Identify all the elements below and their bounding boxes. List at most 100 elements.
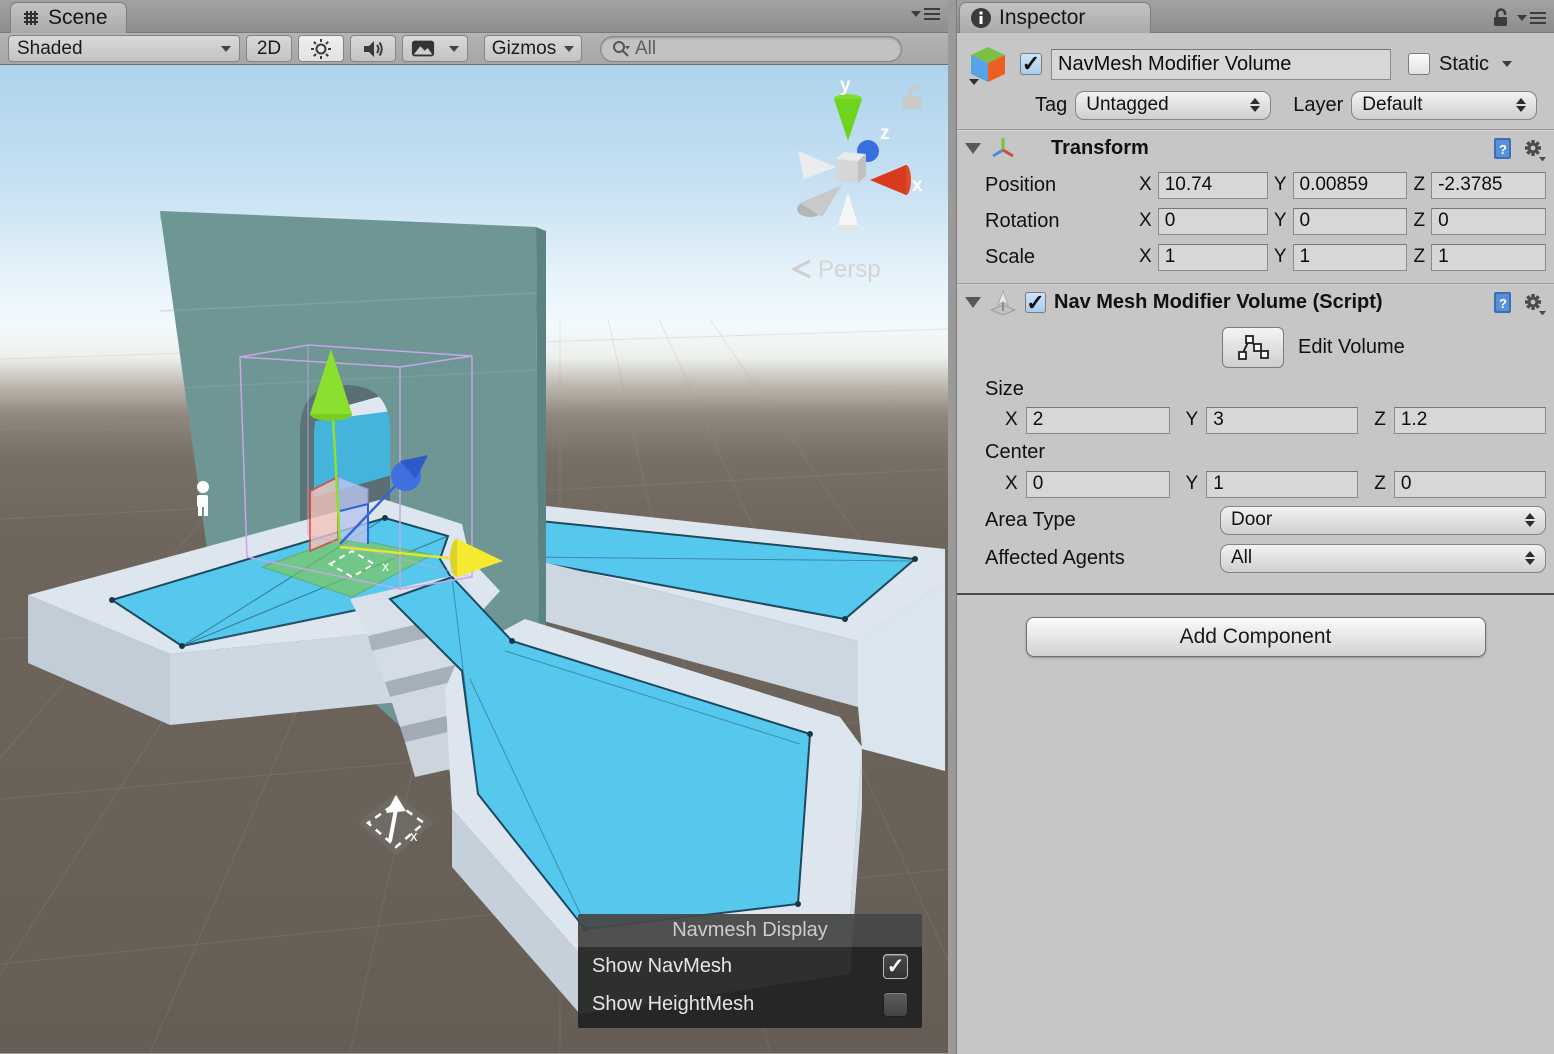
help-icon[interactable]: ? <box>1492 136 1514 161</box>
2d-toggle[interactable]: 2D <box>246 35 292 62</box>
scene-grid-icon <box>21 8 41 28</box>
show-heightmesh-label: Show HeightMesh <box>592 993 754 1016</box>
center-row: X 0 Y 1 Z 0 <box>985 467 1546 501</box>
sun-icon <box>310 38 332 60</box>
tag-label: Tag <box>1035 94 1067 117</box>
lock-icon[interactable] <box>1492 8 1509 27</box>
gizmos-dropdown[interactable]: Gizmos <box>484 35 582 62</box>
area-type-dropdown[interactable]: Door <box>1220 506 1546 535</box>
navmesh-modifier-header[interactable]: Nav Mesh Modifier Volume (Script) ? <box>957 284 1554 321</box>
scale-z-field[interactable]: 1 <box>1431 244 1546 271</box>
axis-z-label: Z <box>1413 246 1425 268</box>
gizmo-y-label: y <box>840 75 851 96</box>
tab-scene[interactable]: Scene <box>10 2 127 33</box>
size-y-field[interactable]: 3 <box>1206 407 1358 434</box>
transform-header[interactable]: Transform ? <box>957 130 1554 167</box>
axis-x-label: X <box>1005 409 1018 431</box>
show-navmesh-checkbox[interactable] <box>883 954 908 979</box>
scene-viewport[interactable]: x <box>0 65 948 1053</box>
transform-title: Transform <box>1025 137 1484 160</box>
affected-agents-dropdown[interactable]: All <box>1220 544 1546 573</box>
gizmo-x-label: x <box>912 175 923 196</box>
scene-pane-menu-icon[interactable] <box>911 8 940 20</box>
link-x-marker: x <box>410 828 418 845</box>
axis-y-label: Y <box>1186 409 1199 431</box>
position-x-field[interactable]: 10.74 <box>1158 172 1268 199</box>
gear-icon[interactable] <box>1522 137 1546 161</box>
lighting-toggle[interactable] <box>298 35 344 62</box>
gameobject-name-field[interactable]: NavMesh Modifier Volume <box>1051 49 1391 80</box>
scene-panel: Scene Shaded 2D <box>0 0 948 1054</box>
svg-text:?: ? <box>1499 142 1507 157</box>
gizmos-label: Gizmos <box>492 38 556 60</box>
area-type-label: Area Type <box>985 509 1220 532</box>
effects-dropdown[interactable] <box>402 35 468 62</box>
tag-dropdown[interactable]: Untagged <box>1075 91 1271 120</box>
static-dropdown-icon[interactable] <box>1502 61 1512 67</box>
chevron-down-icon <box>564 46 574 52</box>
size-row: X 2 Y 3 Z 1.2 <box>985 403 1546 437</box>
image-icon <box>411 39 435 58</box>
center-x-field[interactable]: 0 <box>1026 471 1170 498</box>
info-icon <box>970 7 992 29</box>
layer-dropdown[interactable]: Default <box>1351 91 1537 120</box>
gameobject-cube-icon[interactable] <box>965 41 1011 87</box>
edit-volume-label: Edit Volume <box>1298 336 1405 359</box>
inspector-pane-menu-icon[interactable] <box>1517 12 1546 24</box>
size-z-field[interactable]: 1.2 <box>1394 407 1546 434</box>
edit-volume-button[interactable] <box>1222 327 1284 368</box>
inspector-tabstrip: Inspector <box>957 0 1554 33</box>
axis-x-label: X <box>1139 210 1152 232</box>
updown-icon <box>1508 98 1526 112</box>
axis-y-label: Y <box>1186 473 1199 495</box>
navmesh-modifier-icon <box>989 289 1017 317</box>
position-y-field[interactable]: 0.00859 <box>1293 172 1408 199</box>
transform-icon <box>989 135 1017 163</box>
add-component-button[interactable]: Add Component <box>1026 617 1486 657</box>
size-x-field[interactable]: 2 <box>1026 407 1170 434</box>
scene-tabstrip: Scene <box>0 0 948 33</box>
foldout-icon[interactable] <box>965 143 981 154</box>
center-z-field[interactable]: 0 <box>1394 471 1546 498</box>
2d-label: 2D <box>257 38 281 60</box>
component-enabled-checkbox[interactable] <box>1025 292 1046 313</box>
position-z-field[interactable]: -2.3785 <box>1431 172 1546 199</box>
scene-tab-label: Scene <box>48 6 108 30</box>
axis-z-label: Z <box>1374 473 1386 495</box>
show-navmesh-row[interactable]: Show NavMesh <box>578 947 922 985</box>
scene-toolbar: Shaded 2D <box>0 33 948 65</box>
affected-agents-label: Affected Agents <box>985 547 1220 570</box>
show-heightmesh-row[interactable]: Show HeightMesh <box>578 985 922 1023</box>
draw-mode-dropdown[interactable]: Shaded <box>8 35 240 62</box>
active-checkbox[interactable] <box>1020 53 1042 75</box>
static-checkbox[interactable] <box>1408 53 1430 75</box>
layer-value: Default <box>1362 94 1422 116</box>
axis-y-label: Y <box>1274 210 1287 232</box>
axis-x-label: X <box>1139 246 1152 268</box>
help-icon[interactable]: ? <box>1492 290 1514 315</box>
transform-rows: Position X 10.74 Y 0.00859 Z -2.3785 Rot… <box>957 167 1554 275</box>
tab-inspector[interactable]: Inspector <box>959 2 1151 33</box>
scale-row: Scale X 1 Y 1 Z 1 <box>957 239 1554 275</box>
rotation-y-field[interactable]: 0 <box>1293 208 1408 235</box>
scale-x-field[interactable]: 1 <box>1158 244 1268 271</box>
area-type-value: Door <box>1231 509 1272 531</box>
show-heightmesh-checkbox[interactable] <box>883 992 908 1017</box>
center-y-field[interactable]: 1 <box>1206 471 1358 498</box>
affected-agents-value: All <box>1231 547 1252 569</box>
audio-toggle[interactable] <box>350 35 396 62</box>
rotation-label: Rotation <box>985 210 1133 233</box>
scene-3d-render: x <box>0 65 948 1053</box>
scale-y-field[interactable]: 1 <box>1293 244 1408 271</box>
search-placeholder: All <box>635 38 656 60</box>
rotation-x-field[interactable]: 0 <box>1158 208 1268 235</box>
door-x-marker: x <box>382 558 389 574</box>
foldout-icon[interactable] <box>965 297 981 308</box>
rotation-z-field[interactable]: 0 <box>1431 208 1546 235</box>
search-icon <box>611 39 631 59</box>
center-label: Center <box>985 437 1546 467</box>
scene-search-input[interactable]: All <box>600 36 902 62</box>
gear-icon[interactable] <box>1522 291 1546 315</box>
layer-label: Layer <box>1293 94 1343 117</box>
scale-label: Scale <box>985 246 1133 269</box>
